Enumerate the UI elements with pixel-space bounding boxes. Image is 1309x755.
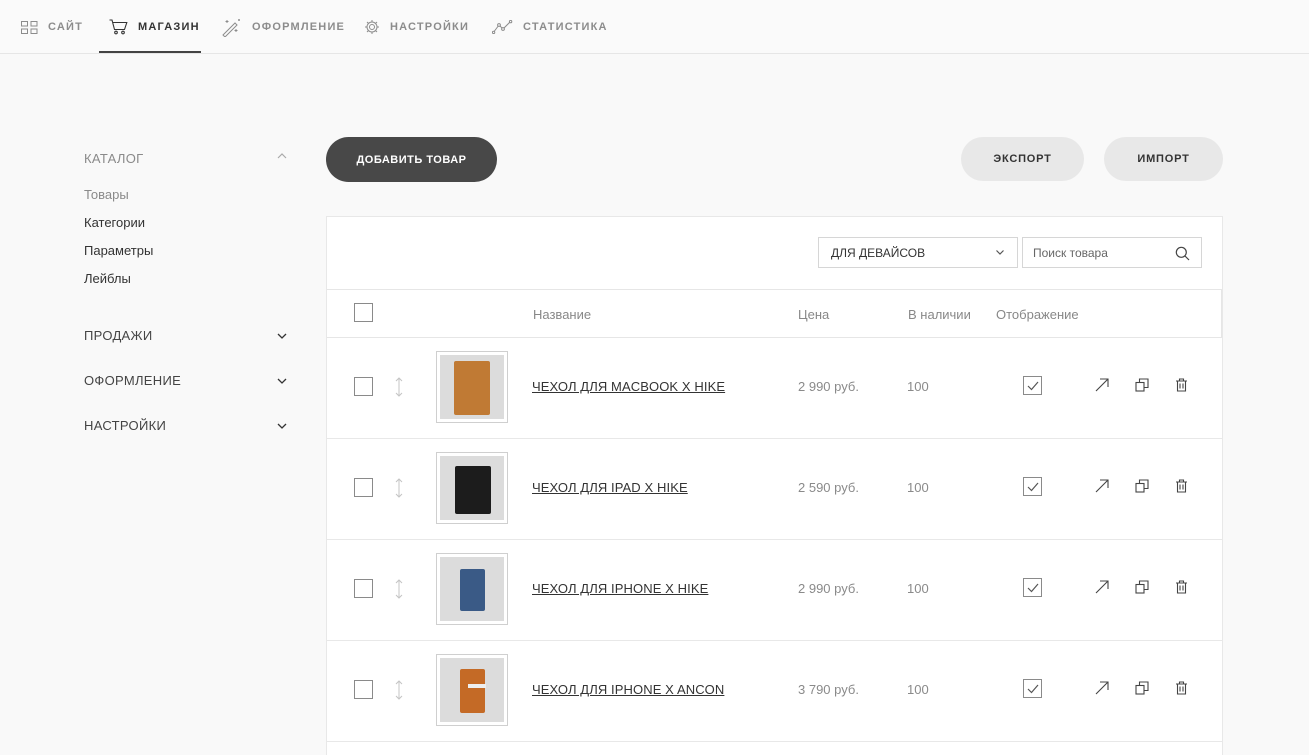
visibility-checkbox[interactable]	[1023, 679, 1042, 698]
product-strap	[468, 684, 486, 688]
product-image	[455, 466, 491, 514]
product-image	[460, 569, 485, 611]
nav-tab-settings-label: НАСТРОЙКИ	[390, 21, 470, 33]
checkmark-icon	[1027, 583, 1039, 593]
trash-icon[interactable]	[1175, 580, 1188, 594]
drag-handle-icon[interactable]	[395, 377, 403, 397]
sidebar-sales-header[interactable]: ПРОДАЖИ	[84, 328, 152, 343]
visibility-checkbox[interactable]	[1023, 376, 1042, 395]
category-filter-select[interactable]: ДЛЯ ДЕВАЙСОВ	[818, 237, 1018, 268]
nav-tab-stats[interactable]: СТАТИСТИКА	[492, 0, 608, 54]
product-stock: 100	[907, 682, 929, 697]
product-stock: 100	[907, 581, 929, 596]
product-stock: 100	[907, 379, 929, 394]
product-name-link[interactable]: ЧЕХОЛ ДЛЯ IPHONE X HIKE	[532, 581, 708, 596]
chevron-down-icon[interactable]	[276, 377, 288, 385]
table-row: ЧЕХОЛ ДЛЯ IPHONE X ANCON 3 790 руб. 100	[327, 641, 1222, 742]
table-row: ЧЕХОЛ ДЛЯ IPHONE X HIKE 2 990 руб. 100	[327, 540, 1222, 641]
chevron-down-icon[interactable]	[276, 422, 288, 430]
row-checkbox[interactable]	[354, 478, 373, 497]
product-thumbnail[interactable]	[436, 654, 508, 726]
product-stock: 100	[907, 480, 929, 495]
row-checkbox[interactable]	[354, 680, 373, 699]
nav-tab-settings[interactable]: НАСТРОЙКИ	[364, 0, 469, 54]
row-checkbox[interactable]	[354, 377, 373, 396]
product-search-input[interactable]	[1023, 238, 1163, 267]
select-all-checkbox[interactable]	[354, 303, 373, 322]
export-button[interactable]: ЭКСПОРТ	[961, 137, 1084, 181]
drag-handle-icon[interactable]	[395, 579, 403, 599]
gear-icon	[365, 20, 379, 34]
line-chart-icon	[492, 20, 513, 34]
sidebar-item-parameters[interactable]: Параметры	[84, 243, 153, 258]
product-name-link[interactable]: ЧЕХОЛ ДЛЯ IPAD X HIKE	[532, 480, 688, 495]
nav-tab-stats-label: СТАТИСТИКА	[523, 21, 608, 33]
column-header-name[interactable]: Название	[533, 307, 591, 322]
trash-icon[interactable]	[1175, 378, 1188, 392]
sidebar-item-categories[interactable]: Категории	[84, 215, 145, 230]
trash-icon[interactable]	[1175, 479, 1188, 493]
table-header	[327, 289, 1222, 338]
product-name-link[interactable]: ЧЕХОЛ ДЛЯ MACBOOK X HIKE	[532, 379, 725, 394]
duplicate-icon[interactable]	[1135, 378, 1149, 392]
open-product-icon[interactable]	[1095, 378, 1109, 392]
product-price: 2 990 руб.	[798, 581, 859, 596]
open-product-icon[interactable]	[1095, 479, 1109, 493]
product-image	[460, 669, 485, 713]
product-price: 2 990 руб.	[798, 379, 859, 394]
sidebar-catalog-header[interactable]: КАТАЛОГ	[84, 151, 143, 166]
sidebar-design-header[interactable]: ОФОРМЛЕНИЕ	[84, 373, 181, 388]
chevron-down-icon	[996, 250, 1004, 255]
drag-handle-icon[interactable]	[395, 478, 403, 498]
sidebar-settings-header[interactable]: НАСТРОЙКИ	[84, 418, 166, 433]
product-name-link[interactable]: ЧЕХОЛ ДЛЯ IPHONE X ANCON	[532, 682, 724, 697]
nav-tab-shop-label: МАГАЗИН	[138, 21, 200, 33]
active-tab-indicator	[99, 51, 201, 53]
visibility-checkbox[interactable]	[1023, 477, 1042, 496]
column-header-stock[interactable]: В наличии	[908, 307, 971, 322]
product-price: 3 790 руб.	[798, 682, 859, 697]
sidebar-item-products[interactable]: Товары	[84, 187, 129, 202]
cart-icon	[109, 19, 128, 35]
checkmark-icon	[1027, 684, 1039, 694]
product-image	[454, 361, 490, 415]
sidebar-item-labels[interactable]: Лейблы	[84, 271, 131, 286]
top-navigation: САЙТ МАГАЗИН ОФОРМЛЕНИЕ НАСТРОЙКИ СТАТИС…	[0, 0, 1309, 54]
grid-icon	[21, 20, 38, 34]
add-product-button[interactable]: ДОБАВИТЬ ТОВАР	[326, 137, 497, 182]
product-search	[1022, 237, 1202, 268]
nav-tab-design-label: ОФОРМЛЕНИЕ	[252, 21, 346, 33]
nav-tab-design[interactable]: ОФОРМЛЕНИЕ	[221, 0, 345, 54]
import-button[interactable]: ИМПОРТ	[1104, 137, 1223, 181]
duplicate-icon[interactable]	[1135, 580, 1149, 594]
duplicate-icon[interactable]	[1135, 479, 1149, 493]
product-price: 2 590 руб.	[798, 480, 859, 495]
column-header-price[interactable]: Цена	[798, 307, 829, 322]
magic-wand-icon	[222, 18, 240, 37]
trash-icon[interactable]	[1175, 681, 1188, 695]
chevron-down-icon[interactable]	[276, 332, 288, 340]
nav-tab-site-label: САЙТ	[48, 21, 84, 33]
checkmark-icon	[1027, 381, 1039, 391]
product-thumbnail[interactable]	[436, 351, 508, 423]
nav-tab-site[interactable]: САЙТ	[21, 0, 83, 54]
nav-tab-shop[interactable]: МАГАЗИН	[109, 0, 200, 54]
visibility-checkbox[interactable]	[1023, 578, 1042, 597]
row-checkbox[interactable]	[354, 579, 373, 598]
product-thumbnail[interactable]	[436, 452, 508, 524]
category-filter-value: ДЛЯ ДЕВАЙСОВ	[831, 245, 926, 260]
product-thumbnail[interactable]	[436, 553, 508, 625]
checkmark-icon	[1027, 482, 1039, 492]
open-product-icon[interactable]	[1095, 580, 1109, 594]
chevron-up-icon[interactable]	[276, 152, 288, 160]
table-row: ЧЕХОЛ ДЛЯ IPAD X HIKE 2 590 руб. 100	[327, 439, 1222, 540]
drag-handle-icon[interactable]	[395, 680, 403, 700]
open-product-icon[interactable]	[1095, 681, 1109, 695]
duplicate-icon[interactable]	[1135, 681, 1149, 695]
table-row: ЧЕХОЛ ДЛЯ MACBOOK X HIKE 2 990 руб. 100	[327, 338, 1222, 439]
column-header-visibility[interactable]: Отображение	[996, 307, 1079, 322]
search-icon[interactable]	[1175, 246, 1190, 261]
